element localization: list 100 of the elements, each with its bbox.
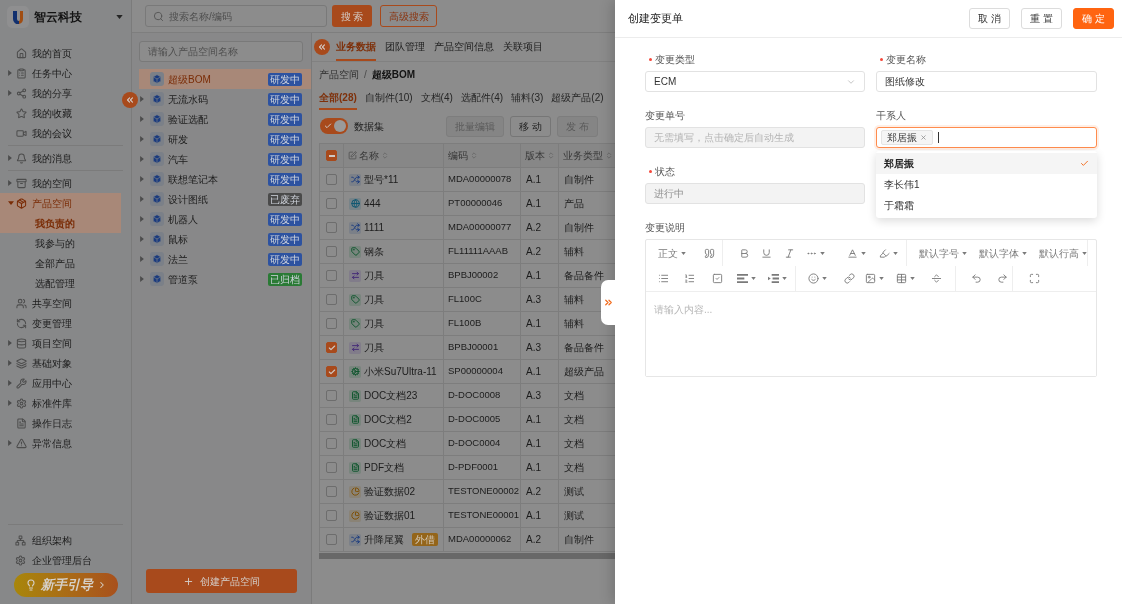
nav-item[interactable]: 任务中心 xyxy=(0,63,121,83)
advanced-search-button[interactable]: 高级搜索 xyxy=(380,5,437,27)
tag-select-field[interactable]: 郑居振 xyxy=(876,127,1097,148)
checkbox[interactable] xyxy=(326,246,337,257)
tab[interactable]: 产品空间信息 xyxy=(434,33,494,61)
checkbox[interactable] xyxy=(326,366,337,377)
tab[interactable]: 关联项目 xyxy=(503,33,543,61)
tree-item[interactable]: 汽车 研发中 xyxy=(139,149,311,169)
checkbox[interactable] xyxy=(326,534,337,545)
select-field[interactable]: ECM xyxy=(645,71,865,92)
nav-item[interactable]: 标准件库 xyxy=(0,393,121,413)
tree-item[interactable]: 法兰 研发中 xyxy=(139,249,311,269)
status-tag: 研发中 xyxy=(268,92,302,106)
search-button[interactable]: 搜 索 xyxy=(332,5,372,27)
rich-text-editor[interactable]: 正文 默认字号 默认字体 默认行高 请输入内容... xyxy=(645,239,1097,377)
nav-item[interactable]: 我的分享 xyxy=(0,83,121,103)
category-tab[interactable]: 选配件(4) xyxy=(460,86,504,110)
cube-icon xyxy=(150,232,164,246)
tree-item[interactable]: 无流水码 研发中 xyxy=(139,89,311,109)
category-tab[interactable]: 全部(28) xyxy=(319,86,357,110)
checkbox[interactable] xyxy=(326,222,337,233)
close-icon[interactable] xyxy=(920,134,927,141)
sort-icon[interactable] xyxy=(381,150,389,160)
sort-icon[interactable] xyxy=(547,151,555,160)
cancel-button[interactable]: 取 消 xyxy=(969,8,1010,29)
horizontal-scrollbar[interactable] xyxy=(319,553,615,559)
tree-item[interactable]: 机器人 研发中 xyxy=(139,209,311,229)
category-tab[interactable]: 自制件(10) xyxy=(364,86,413,110)
nav-item[interactable]: 选配管理 xyxy=(0,273,121,293)
dropdown-option[interactable]: 于霜霜 xyxy=(876,195,1097,216)
toolbar-button[interactable]: 默认字体 xyxy=(979,240,1027,266)
checkbox[interactable] xyxy=(326,462,337,473)
toolbar-button[interactable]: 默认行高 xyxy=(1039,240,1087,266)
table-cell: BPBJ00002 xyxy=(443,263,521,288)
collapse-button[interactable] xyxy=(314,39,330,55)
checkbox[interactable] xyxy=(326,486,337,497)
table-cell: A.2 xyxy=(520,527,559,552)
checkbox[interactable] xyxy=(326,150,337,161)
cube-icon xyxy=(150,252,164,266)
toolbar-button[interactable]: 正文 xyxy=(658,240,686,266)
sort-icon[interactable] xyxy=(470,151,478,160)
toolbar-button[interactable]: 默认字号 xyxy=(919,240,967,266)
checkbox[interactable] xyxy=(326,510,337,521)
nav-item[interactable]: 组织架构 xyxy=(0,530,121,550)
checkbox[interactable] xyxy=(326,318,337,329)
checkbox[interactable] xyxy=(326,342,337,353)
checkbox[interactable] xyxy=(326,174,337,185)
create-button[interactable]: 创建产品空间 xyxy=(146,569,297,593)
tree-item[interactable]: 联想笔记本 研发中 xyxy=(139,169,311,189)
pie-chart-icon xyxy=(349,485,361,498)
nav-item[interactable]: 我的会议 xyxy=(0,123,121,143)
tree-item[interactable]: 验证选配 研发中 xyxy=(139,109,311,129)
nav-item[interactable]: 基础对象 xyxy=(0,353,121,373)
nav-item[interactable]: 我的收藏 xyxy=(0,103,121,123)
tree-item[interactable]: 研发 研发中 xyxy=(139,129,311,149)
category-tab[interactable]: 辅料(3) xyxy=(511,86,544,110)
pie-chart-icon xyxy=(349,509,361,522)
nav-item[interactable]: 异常信息 xyxy=(0,433,121,453)
checkbox[interactable] xyxy=(326,294,337,305)
nav-item[interactable]: 我的首页 xyxy=(0,43,121,63)
category-tab[interactable]: 文档(4) xyxy=(420,86,453,110)
breadcrumb-link[interactable]: 产品空间 xyxy=(319,66,359,82)
nav-item[interactable]: 我参与的 xyxy=(0,233,121,253)
checkbox[interactable] xyxy=(326,414,337,425)
tree-item[interactable]: 设计图纸 已废弃 xyxy=(139,189,311,209)
checkbox[interactable] xyxy=(326,390,337,401)
nav-item[interactable]: 企业管理后台 xyxy=(0,550,121,570)
tree-item[interactable]: 管道泵 已归档 xyxy=(139,269,311,289)
nav-item[interactable]: 我的消息 xyxy=(0,148,121,168)
checkbox[interactable] xyxy=(326,198,337,209)
tree-item[interactable]: 鼠标 研发中 xyxy=(139,229,311,249)
nav-item[interactable]: 全部产品 xyxy=(0,253,121,273)
guide-button[interactable]: 新手引导 xyxy=(14,573,118,597)
toggle-switch[interactable] xyxy=(320,118,348,134)
category-tab[interactable]: 超级产品(2) xyxy=(551,86,604,110)
nav-item[interactable]: 项目空间 xyxy=(0,333,121,353)
dropdown-option[interactable]: 李长伟1 xyxy=(876,174,1097,195)
checkbox[interactable] xyxy=(326,438,337,449)
nav-item[interactable]: 我负责的 xyxy=(0,213,121,233)
tab[interactable]: 业务数据 xyxy=(336,33,376,61)
nav-item[interactable]: 产品空间 xyxy=(0,193,121,213)
nav-item[interactable]: 共享空间 xyxy=(0,293,121,313)
nav-item[interactable]: 应用中心 xyxy=(0,373,121,393)
nav-item[interactable]: 变更管理 xyxy=(0,313,121,333)
checkbox[interactable] xyxy=(326,270,337,281)
confirm-button[interactable]: 确 定 xyxy=(1073,8,1114,29)
nav-item[interactable]: 操作日志 xyxy=(0,413,121,433)
caret-icon xyxy=(893,251,898,255)
caret-icon[interactable] xyxy=(116,14,123,19)
sort-icon[interactable] xyxy=(605,151,613,160)
input-field[interactable]: 图纸修改 xyxy=(876,71,1097,92)
reset-button[interactable]: 重 置 xyxy=(1021,8,1062,29)
dropdown-option[interactable]: 郑居振 xyxy=(876,153,1097,174)
expand-handle[interactable] xyxy=(601,280,615,325)
tab[interactable]: 团队管理 xyxy=(385,33,425,61)
nav-item[interactable]: 我的空间 xyxy=(0,173,121,193)
status-tag: 研发中 xyxy=(268,212,302,226)
tree-item[interactable]: 超级BOM 研发中 xyxy=(139,69,311,89)
plus-icon xyxy=(183,575,194,587)
action-button[interactable]: 移 动 xyxy=(510,115,552,137)
